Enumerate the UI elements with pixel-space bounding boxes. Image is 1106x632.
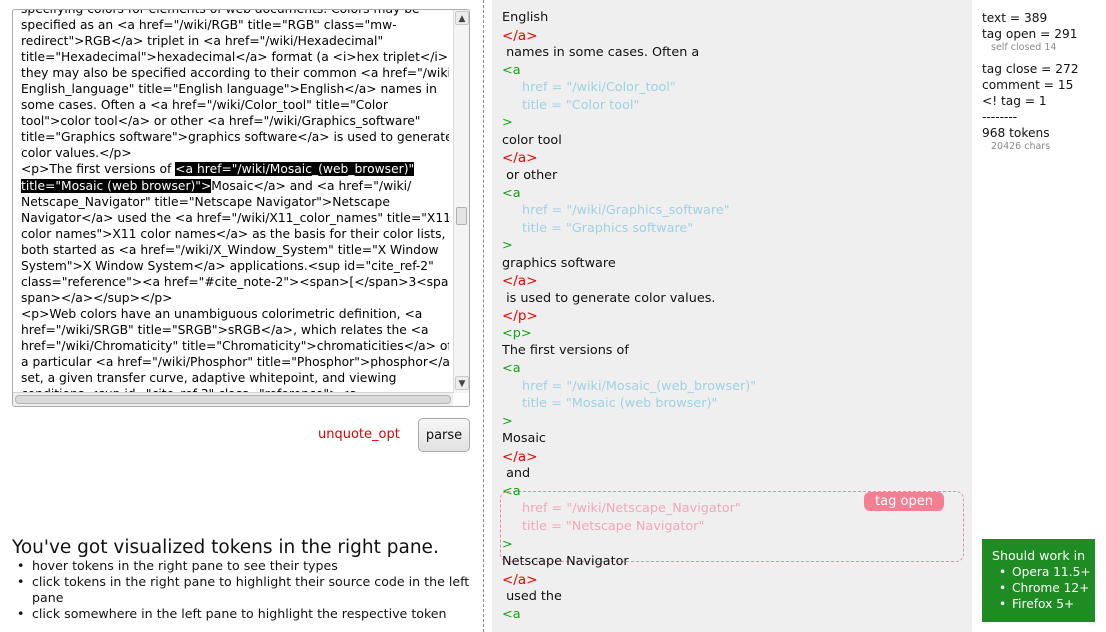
scroll-down-icon[interactable]: ▼ [455,376,469,390]
token-attr[interactable]: href = "/wiki/Color_tool" [522,80,676,96]
source-line: title="Graphics software">graphics softw… [21,130,449,145]
token-type-badge: tag open [864,492,944,511]
token-attr[interactable]: title = "Graphics software" [522,221,693,237]
token-text[interactable]: Netscape Navigator [502,554,629,570]
vertical-scrollbar[interactable]: ▲ ▼ [453,10,469,393]
token-open[interactable]: <a [502,186,521,202]
source-line: <p>The first versions of <a href="/wiki/… [21,161,449,177]
source-line: span></a></sup></p> [21,290,173,305]
stat-comment: comment = 15 [982,78,1074,92]
token-close[interactable]: </p> [502,308,538,324]
stat-tokens: 968 tokens [982,126,1050,140]
stat-bang-tag: <! tag = 1 [982,94,1047,108]
selected-source-text: <a href="/wiki/Mosaic_(web_browser)" [175,162,415,177]
source-line: tool">color tool</a> or other <a href="/… [21,114,421,129]
token-attr[interactable]: title = "Netscape Navigator" [522,519,704,535]
compat-box: Should work in Opera 11.5+ Chrome 12+ Fi… [982,539,1095,622]
source-line: href="/wiki/Chromaticity" title="Chromat… [21,338,449,353]
compat-title: Should work in [992,548,1086,563]
token-pane[interactable]: tag open English </a> names in some cases… [492,0,972,632]
compat-list: Opera 11.5+ Chrome 12+ Firefox 5+ [992,564,1095,612]
scroll-thumb[interactable] [456,207,467,225]
token-text[interactable]: names in some cases. Often a [502,45,699,61]
source-line: color values.</p> [21,146,132,161]
token-open[interactable]: <a [502,607,521,623]
source-line: title="Mosaic (web browser)">Mosaic</a> … [21,178,449,194]
source-line: color names">X11 color names</a> as the … [21,226,449,241]
stat-separator: -------- [982,110,1018,124]
horizontal-scroll-thumb[interactable] [15,395,451,404]
token-attr[interactable]: title = "Color tool" [522,98,639,114]
help-title: You've got visualized tokens in the righ… [12,537,439,558]
source-textarea[interactable]: specifying colors for elements of web do… [12,9,470,407]
compat-item: Opera 11.5+ [992,564,1095,580]
help-item: hover tokens in the right pane to see th… [14,558,474,574]
source-code[interactable]: specifying colors for elements of web do… [21,9,449,393]
compat-item: Chrome 12+ [992,580,1095,596]
token-open[interactable]: <a [502,63,521,79]
stat-self-closed: self closed 14 [991,42,1057,53]
help-item: click somewhere in the left pane to high… [14,606,474,622]
token-text[interactable]: is used to generate color values. [502,291,715,307]
token-text[interactable]: or other [502,168,557,184]
token-gt[interactable]: > [502,414,513,430]
token-attr[interactable]: title = "Mosaic (web browser)" [522,396,717,412]
source-line: English_language" title="English languag… [21,82,437,97]
source-line: title="Hexadecimal">hexadecimal</a> form… [21,50,449,65]
pane-divider [483,0,484,632]
parse-button[interactable]: parse [418,418,470,452]
source-line: redirect">RGB</a> triplet in <a href="/w… [21,34,384,49]
selected-source-text: title="Mosaic (web browser)"> [21,178,212,193]
token-gt[interactable]: > [502,537,513,553]
horizontal-scrollbar[interactable] [13,392,453,406]
stat-tag-close: tag close = 272 [982,62,1079,76]
token-text[interactable]: color tool [502,133,562,149]
token-close[interactable]: </a> [502,572,537,588]
token-text[interactable]: and [502,466,530,482]
help-list: hover tokens in the right pane to see th… [14,558,474,622]
token-open[interactable]: <a [502,484,521,500]
help-item: click tokens in the right pane to highli… [14,574,474,606]
source-line: class="reference"><a href="#cite_note-2"… [21,274,449,289]
token-text[interactable]: graphics software [502,256,616,272]
source-line: both started as <a href="/wiki/X_Window_… [21,242,439,257]
token-attr[interactable]: href = "/wiki/Graphics_software" [522,203,730,219]
token-close[interactable]: </a> [502,273,537,289]
source-text-segment: <p>The first versions of [21,162,176,177]
source-line: a particular <a href="/wiki/Phosphor" ti… [21,355,449,370]
scroll-up-icon[interactable]: ▲ [455,11,469,25]
source-line: some cases. Often a <a href="/wiki/Color… [21,98,388,113]
source-line: Navigator</a> used the <a href="/wiki/X1… [21,210,449,225]
source-line: Netscape_Navigator" title="Netscape Navi… [21,194,390,209]
token-gt[interactable]: > [502,115,513,131]
source-text-segment: Mosaic</a> and <a href="/wiki/ [211,178,412,193]
source-line: <p>Web colors have an unambiguous colori… [21,306,423,321]
token-text[interactable]: Mosaic [502,431,546,447]
token-attr[interactable]: href = "/wiki/Mosaic_(web_browser)" [522,379,756,395]
stat-tag-open: tag open = 291 [982,27,1078,41]
compat-item: Firefox 5+ [992,596,1095,612]
stat-chars: 20426 chars [991,141,1051,152]
token-attr[interactable]: href = "/wiki/Netscape_Navigator" [522,501,741,517]
stat-text: text = 389 [982,11,1048,25]
source-line: System">X Window System</a> applications… [21,258,434,273]
token-gt[interactable]: > [502,238,513,254]
token-text[interactable]: used the [502,589,562,605]
source-line: specifying colors for elements of web do… [21,9,420,16]
token-open[interactable]: <a [502,361,521,377]
unquote-opt-label[interactable]: unquote_opt [318,427,400,442]
source-line: they may also be specified according to … [21,66,449,81]
token-close[interactable]: </a> [502,150,537,166]
token-open[interactable]: <p> [502,326,532,342]
token-close[interactable]: </a> [502,449,537,465]
token-close[interactable]: </a> [502,28,537,44]
token-text[interactable]: English [502,10,548,26]
source-line: specified as an <a href="/wiki/RGB" titl… [21,18,397,33]
token-text[interactable]: The first versions of [502,343,629,359]
source-line: href="/wiki/SRGB" title="SRGB">sRGB</a>,… [21,322,429,337]
source-line: set, a given transfer curve, adaptive wh… [21,371,397,386]
